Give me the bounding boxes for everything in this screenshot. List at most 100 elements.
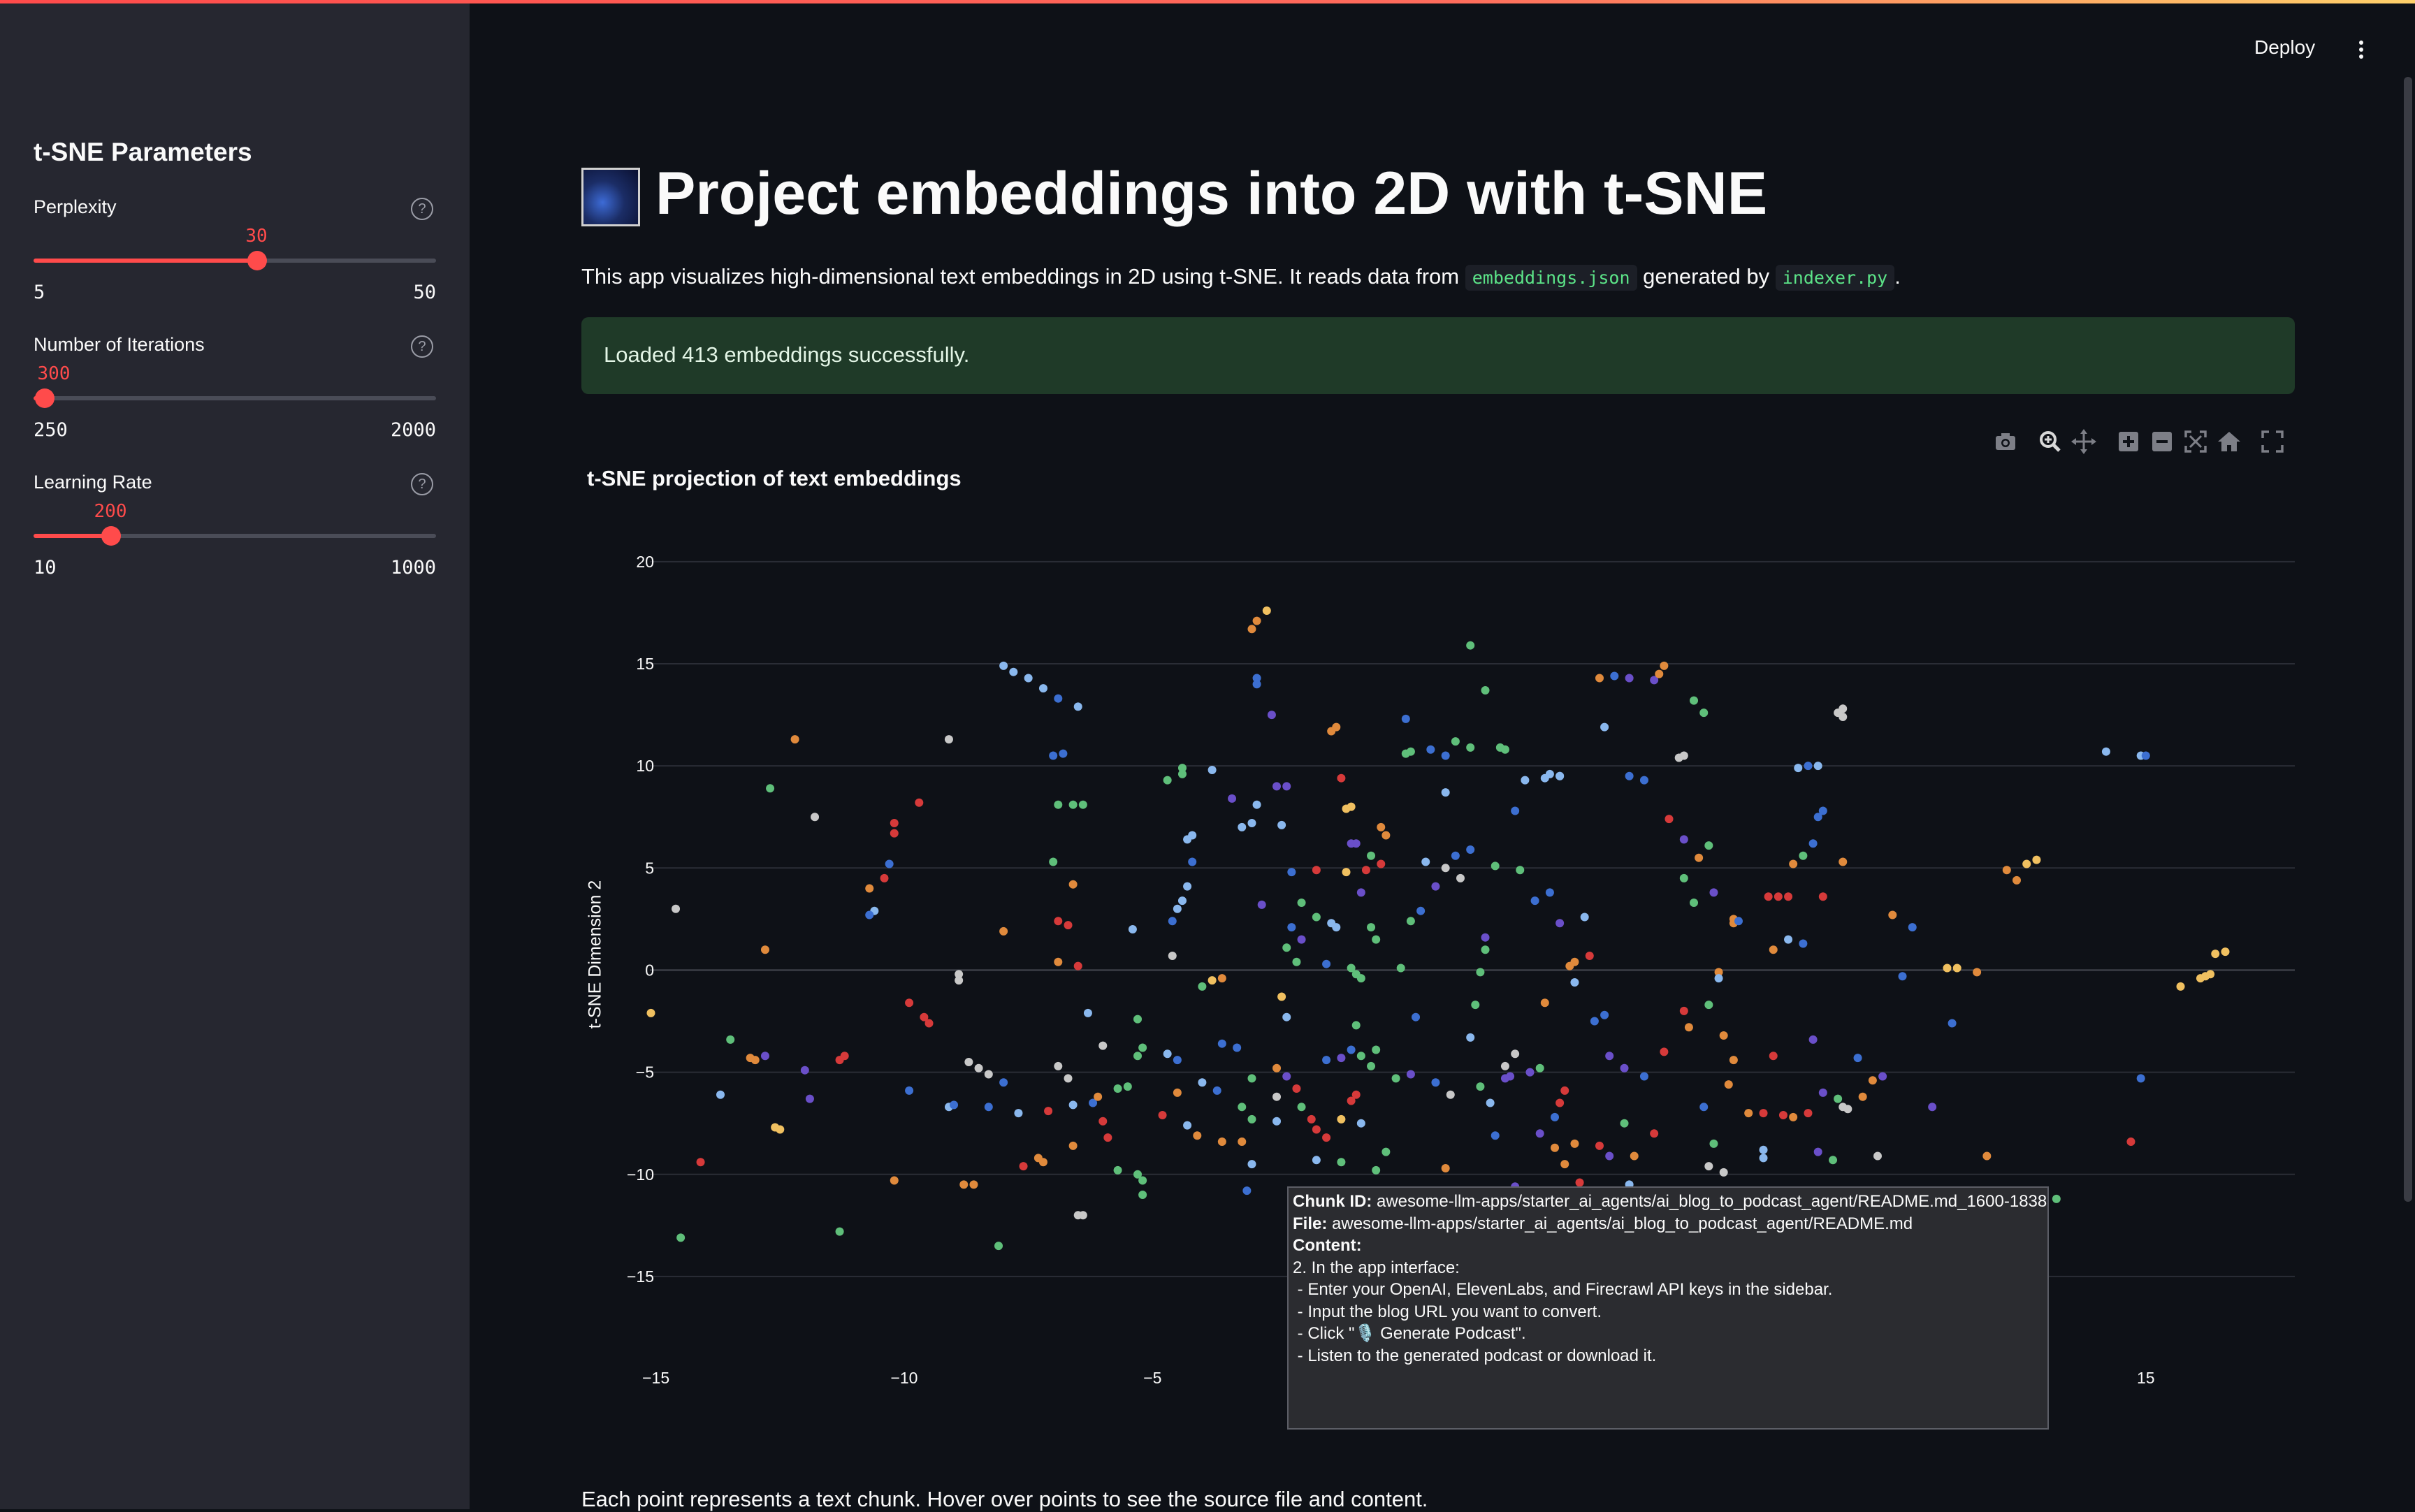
scatter-point[interactable] xyxy=(1262,606,1271,615)
scatter-point[interactable] xyxy=(1570,1139,1579,1148)
scatter-point[interactable] xyxy=(1312,1156,1321,1165)
scatter-point[interactable] xyxy=(1451,851,1460,860)
scatter-point[interactable] xyxy=(1307,1114,1316,1124)
scatter-point[interactable] xyxy=(1818,806,1827,815)
scatter-point[interactable] xyxy=(1471,1001,1480,1010)
scatter-point[interactable] xyxy=(1372,1165,1381,1175)
scatter-point[interactable] xyxy=(1774,892,1783,901)
scatter-point[interactable] xyxy=(1406,1070,1415,1079)
scatter-point[interactable] xyxy=(1908,923,1917,932)
scatter-point[interactable] xyxy=(1506,1072,1515,1081)
scatter-point[interactable] xyxy=(1719,1168,1728,1177)
scatter-point[interactable] xyxy=(805,1094,814,1103)
scatter-point[interactable] xyxy=(646,1008,655,1017)
scatter-point[interactable] xyxy=(994,1242,1003,1251)
scatter-point[interactable] xyxy=(1332,722,1341,732)
scatter-point[interactable] xyxy=(1714,974,1723,983)
scatter-point[interactable] xyxy=(1804,1109,1813,1118)
scatter-point[interactable] xyxy=(1466,1033,1475,1042)
scatter-point[interactable] xyxy=(1113,1084,1122,1093)
scatter-point[interactable] xyxy=(1356,974,1365,983)
scatter-point[interactable] xyxy=(1078,1211,1087,1220)
scatter-point[interactable] xyxy=(726,1035,735,1044)
scatter-point[interactable] xyxy=(1665,815,1674,824)
scatter-point[interactable] xyxy=(1873,1151,1882,1161)
scatter-point[interactable] xyxy=(974,1063,983,1073)
scatter-point[interactable] xyxy=(672,904,681,913)
scatter-point[interactable] xyxy=(1952,964,1961,973)
scatter-point[interactable] xyxy=(1123,1082,1132,1091)
scatter-point[interactable] xyxy=(1888,910,1897,919)
scatter-point[interactable] xyxy=(1456,873,1465,882)
scatter-point[interactable] xyxy=(2002,866,2011,875)
scatter-point[interactable] xyxy=(905,998,914,1008)
scatter-point[interactable] xyxy=(1113,1165,1122,1175)
scatter-point[interactable] xyxy=(1183,882,1192,891)
scatter-point[interactable] xyxy=(1297,1103,1306,1112)
scatter-point[interactable] xyxy=(1322,959,1331,968)
scatter-point[interactable] xyxy=(1068,1100,1078,1110)
scatter-point[interactable] xyxy=(1272,1117,1282,1126)
scatter-point[interactable] xyxy=(790,735,799,744)
scatter-point[interactable] xyxy=(1083,1008,1092,1017)
scatter-point[interactable] xyxy=(1372,935,1381,944)
scatter-point[interactable] xyxy=(1356,1119,1365,1128)
scatter-point[interactable] xyxy=(1247,625,1256,634)
scatter-point[interactable] xyxy=(1789,1112,1798,1121)
scatter-point[interactable] xyxy=(1282,1012,1291,1022)
scatter-point[interactable] xyxy=(1064,921,1073,930)
scatter-plot[interactable]: −15 −10 −5 0 5 10 15 20 −15 −10 −5 15 xyxy=(0,0,2415,1509)
scatter-point[interactable] xyxy=(984,1070,993,1079)
scatter-point[interactable] xyxy=(1511,806,1520,815)
scatter-point[interactable] xyxy=(1535,1063,1544,1073)
scatter-point[interactable] xyxy=(2126,1137,2135,1146)
scatter-point[interactable] xyxy=(1426,745,1435,754)
scatter-point[interactable] xyxy=(1530,896,1539,906)
scatter-point[interactable] xyxy=(1684,1023,1693,1032)
scatter-point[interactable] xyxy=(2052,1194,2061,1203)
scatter-point[interactable] xyxy=(1818,1088,1827,1097)
scatter-point[interactable] xyxy=(1217,1137,1226,1146)
scatter-point[interactable] xyxy=(1377,822,1386,831)
scatter-point[interactable] xyxy=(1441,751,1450,760)
scatter-point[interactable] xyxy=(1804,762,1813,771)
scatter-point[interactable] xyxy=(885,859,894,868)
scatter-point[interactable] xyxy=(1272,782,1282,791)
scatter-point[interactable] xyxy=(1704,1162,1713,1171)
scatter-point[interactable] xyxy=(1138,1176,1147,1185)
scatter-point[interactable] xyxy=(1540,998,1549,1008)
scatter-point[interactable] xyxy=(1551,1143,1560,1152)
scatter-point[interactable] xyxy=(1054,917,1063,926)
scatter-point[interactable] xyxy=(1173,1056,1182,1065)
scatter-point[interactable] xyxy=(1545,888,1554,897)
scatter-point[interactable] xyxy=(1208,766,1217,774)
scatter-point[interactable] xyxy=(1401,714,1410,723)
scatter-point[interactable] xyxy=(1322,1056,1331,1065)
scatter-point[interactable] xyxy=(1188,831,1197,840)
scatter-point[interactable] xyxy=(1396,964,1405,973)
scatter-point[interactable] xyxy=(1138,1043,1147,1052)
scatter-point[interactable] xyxy=(2012,875,2021,885)
scatter-point[interactable] xyxy=(696,1158,705,1167)
scatter-point[interactable] xyxy=(1441,864,1450,873)
scatter-point[interactable] xyxy=(1560,1160,1569,1169)
scatter-point[interactable] xyxy=(1332,923,1341,932)
scatter-point[interactable] xyxy=(1948,1019,1957,1028)
scatter-point[interactable] xyxy=(1337,1114,1346,1124)
scatter-point[interactable] xyxy=(1421,857,1430,866)
scatter-point[interactable] xyxy=(1073,961,1082,971)
scatter-point[interactable] xyxy=(1078,800,1087,809)
scatter-point[interactable] xyxy=(2206,970,2215,979)
scatter-point[interactable] xyxy=(1605,1151,1614,1161)
scatter-point[interactable] xyxy=(1267,711,1276,720)
scatter-point[interactable] xyxy=(1054,694,1063,703)
scatter-point[interactable] xyxy=(1177,769,1187,778)
scatter-point[interactable] xyxy=(1729,1056,1738,1065)
scatter-point[interactable] xyxy=(1054,1061,1063,1070)
scatter-point[interactable] xyxy=(2176,982,2185,991)
scatter-point[interactable] xyxy=(1177,896,1187,906)
scatter-point[interactable] xyxy=(1188,857,1197,866)
scatter-point[interactable] xyxy=(1292,957,1301,966)
scatter-point[interactable] xyxy=(1808,1035,1818,1044)
scatter-point[interactable] xyxy=(1769,945,1778,954)
